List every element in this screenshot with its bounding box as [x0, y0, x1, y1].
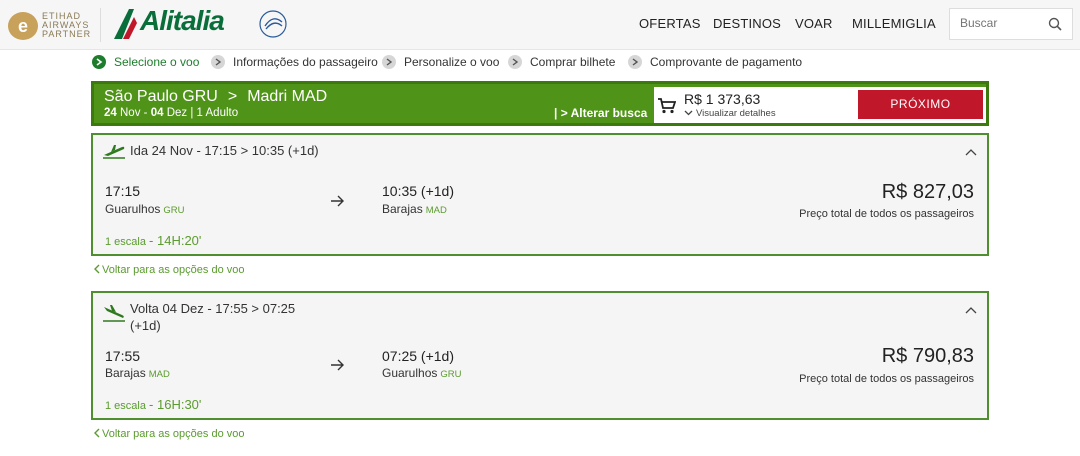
departure-time: 17:55	[105, 348, 141, 364]
back-to-flight-options-link[interactable]: Voltar para as opções do voo	[93, 264, 244, 276]
brand-name: Alitalia	[140, 5, 225, 36]
chevron-left-icon	[94, 428, 100, 438]
step-chevron-icon	[382, 55, 396, 69]
flight-title: Ida 24 Nov - 17:15 > 10:35 (+1d)	[130, 143, 319, 158]
price-note: Preço total de todos os passageiros	[799, 208, 974, 220]
cart-box: R$ 1 373,63 Visualizar detalhes PRÓXIMO	[654, 87, 986, 123]
skyteam-icon	[259, 10, 287, 38]
departure-code: GRU	[163, 205, 185, 216]
search-box	[949, 8, 1073, 40]
arrival-airport: Barajas MAD	[382, 202, 447, 216]
step-chevron-icon	[211, 55, 225, 69]
trip-summary-bar: São Paulo GRU > Madri MAD 24 Nov - 04 Dez …	[91, 81, 989, 126]
flight-duration: - 14H:20'	[149, 233, 202, 248]
nav-ofertas[interactable]: OFERTAS	[639, 16, 701, 31]
date-to: 04	[150, 107, 164, 119]
step-label: Selecione o voo	[114, 55, 200, 69]
header-divider	[100, 8, 101, 42]
cart-icon	[658, 98, 676, 114]
arrival-time: 07:25 (+1d)	[382, 348, 454, 364]
stops-info[interactable]: 1 escala - 14H:20'	[105, 233, 201, 248]
arrival-code: GRU	[440, 369, 462, 380]
flight-title-line2: (+1d)	[130, 318, 161, 333]
step-label: Personalize o voo	[404, 55, 500, 69]
step-chevron-icon	[628, 55, 642, 69]
flight-price: R$ 790,83	[881, 345, 974, 367]
top-header: e ETIHAD AIRWAYS PARTNER Alitalia OFERTA…	[0, 0, 1080, 50]
flight-duration: - 16H:30'	[149, 397, 202, 412]
nav-destinos[interactable]: DESTINOS	[713, 16, 781, 31]
route-arrow: >	[227, 88, 238, 105]
etihad-partner-logo[interactable]: e ETIHAD AIRWAYS PARTNER	[8, 10, 90, 42]
collapse-chevron-up-icon[interactable]	[965, 148, 977, 156]
passenger-count: | 1 Adulto	[190, 107, 239, 119]
back-to-flight-options-link[interactable]: Voltar para as opções do voo	[93, 428, 244, 440]
return-flight-card: Volta 04 Dez - 17:55 > 07:25 (+1d) 17:55…	[91, 291, 989, 420]
search-icon[interactable]	[1048, 17, 1062, 31]
arrow-right-icon	[331, 359, 344, 371]
search-input[interactable]	[960, 16, 1040, 30]
date-from: 24	[104, 107, 117, 119]
back-link-label: Voltar para as opções do voo	[102, 428, 245, 440]
arrival-airport-name: Guarulhos	[382, 366, 438, 380]
back-link-label: Voltar para as opções do voo	[102, 264, 245, 276]
etihad-icon: e	[8, 12, 38, 40]
arrival-code: MAD	[425, 205, 447, 216]
step-chevron-icon	[508, 55, 522, 69]
arrow-right-icon	[331, 195, 344, 207]
departure-airport-name: Barajas	[105, 366, 146, 380]
alitalia-mark-icon	[114, 9, 137, 39]
origin: São Paulo GRU	[104, 88, 218, 105]
outbound-flight-card: Ida 24 Nov - 17:15 > 10:35 (+1d) 17:15 G…	[91, 133, 989, 256]
view-details-link[interactable]: Visualizar detalhes	[684, 108, 776, 119]
flight-title: Volta 04 Dez - 17:55 > 07:25	[130, 301, 296, 316]
destination: Madri MAD	[247, 88, 328, 105]
route-title: São Paulo GRU > Madri MAD	[104, 88, 327, 106]
partner-line3: PARTNER	[42, 29, 92, 39]
stops-count: 1 escala	[105, 400, 146, 412]
nav-millemiglia[interactable]: MILLEMIGLIA	[852, 16, 936, 31]
month-to: Dez	[166, 107, 188, 119]
step-active-badge-icon	[92, 55, 106, 69]
departure-airport: Barajas MAD	[105, 366, 170, 380]
step-label: Informações do passageiro	[233, 55, 378, 69]
change-search-link[interactable]: | > Alterar busca	[554, 106, 647, 120]
month-from: Nov	[120, 107, 141, 119]
cart-total: R$ 1 373,63	[684, 91, 761, 107]
takeoff-plane-icon	[103, 145, 125, 159]
date-separator: -	[143, 107, 148, 119]
departure-code: MAD	[148, 369, 170, 380]
details-label: Visualizar detalhes	[696, 108, 776, 119]
stops-info[interactable]: 1 escala - 16H:30'	[105, 397, 201, 412]
collapse-chevron-up-icon[interactable]	[965, 306, 977, 314]
step-label: Comprovante de pagamento	[650, 55, 803, 69]
departure-time: 17:15	[105, 183, 141, 199]
departure-airport: Guarulhos GRU	[105, 202, 185, 216]
trip-dates: 24 Nov - 04 Dez | 1 Adulto	[104, 107, 238, 119]
chevron-left-icon	[94, 264, 100, 274]
step-label: Comprar bilhete	[530, 55, 616, 69]
stops-count: 1 escala	[105, 236, 146, 248]
price-note: Preço total de todos os passageiros	[799, 373, 974, 385]
next-button[interactable]: PRÓXIMO	[858, 90, 983, 119]
arrival-airport: Guarulhos GRU	[382, 366, 462, 380]
arrival-time: 10:35 (+1d)	[382, 183, 454, 199]
flight-price: R$ 827,03	[881, 181, 974, 203]
nav-voar[interactable]: VOAR	[795, 16, 833, 31]
arrival-airport-name: Barajas	[382, 202, 423, 216]
chevron-down-icon	[684, 110, 693, 116]
landing-plane-icon	[103, 305, 125, 322]
departure-airport-name: Guarulhos	[105, 202, 161, 216]
